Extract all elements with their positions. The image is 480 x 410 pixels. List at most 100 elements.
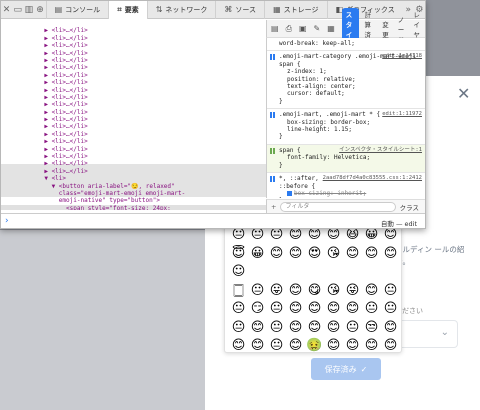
emoji-cell[interactable]: 😊 (248, 337, 267, 352)
dom-node-line[interactable]: ▶ <li>…</li> (1, 101, 266, 108)
dom-node-line[interactable]: ▶ <li>…</li> (1, 57, 266, 64)
dom-node-line[interactable]: ▶ <li>…</li> (1, 153, 266, 160)
button-node-line[interactable]: class="emoji-mart-emoji emoji-mart- (1, 190, 266, 197)
emoji-cell[interactable]: 😊 (381, 319, 400, 337)
dom-node-line[interactable]: ▶ <li>…</li> (1, 116, 266, 123)
emoji-cell[interactable]: 😊 (381, 337, 400, 352)
css-rule[interactable]: 2aad78df7d4a0c83555.css:1:2412 *, ::after… (267, 173, 425, 198)
emoji-cell[interactable]: 😐 (267, 319, 286, 337)
emoji-cell[interactable]: 😒 (362, 319, 381, 337)
css-property[interactable]: position: relative; (279, 76, 421, 83)
css-rule[interactable]: edit:1:14118 .emoji-mart-category .emoji-… (267, 51, 425, 110)
emoji-cell[interactable]: 😊 (286, 245, 305, 263)
emoji-cell[interactable]: 😊 (324, 337, 343, 352)
print-icon[interactable]: ⎙ (286, 24, 292, 34)
console-prompt-bar[interactable]: › 自動 — edit (1, 213, 425, 228)
emoji-cell[interactable]: 😊 (381, 245, 400, 263)
button-node-line[interactable]: ▼ <button aria-label="😏, relaxed" (1, 183, 266, 190)
css-property[interactable]: font-family: Helvetica; (279, 154, 421, 161)
rule-toggle-icon[interactable] (270, 112, 275, 119)
dom-node-line[interactable]: ▶ <li>…</li> (1, 87, 266, 94)
dom-node-line[interactable]: ▶ <li>…</li> (1, 64, 266, 71)
rule-source-link[interactable]: インスペクタ・スタイルシート:1 (339, 147, 422, 154)
emoji-cell[interactable]: 😊 (343, 337, 362, 352)
rule-source-link[interactable]: edit:1:11972 (382, 111, 422, 118)
emoji-cell[interactable]: ☺ (229, 263, 248, 281)
emoji-cell[interactable]: 😐 (343, 319, 362, 337)
emoji-cell[interactable]: 😐 (229, 300, 248, 318)
modal-select[interactable]: ⌄ (395, 320, 458, 348)
tab-3[interactable]: ⌘ ソース (215, 1, 264, 19)
filter-input[interactable]: フィルタ (280, 201, 396, 212)
emoji-cell[interactable]: 😐 (381, 300, 400, 318)
checkbox-icon[interactable] (287, 190, 292, 196)
dom-node-line[interactable]: ▶ <li>…</li> (1, 131, 266, 138)
emoji-cell[interactable]: 😊 (324, 300, 343, 318)
tab-4[interactable]: ▦ ストレージ (264, 1, 326, 19)
emoji-cell[interactable]: 😀 (248, 245, 267, 263)
dom-node-line[interactable]: ▶ <li>…</li> (1, 50, 266, 57)
emoji-cell[interactable]: 😊 (305, 300, 324, 318)
dock-icon[interactable]: ▭ (12, 1, 23, 19)
dom-node-line[interactable]: ▶ <li>…</li> (1, 123, 266, 130)
emoji-cell[interactable]: 😊 (229, 337, 248, 352)
dom-node-line[interactable]: ▶ <li>…</li> (1, 35, 266, 42)
css-property[interactable]: cursor: default; (279, 90, 421, 97)
emoji-cell[interactable]: 🤢 (305, 337, 324, 352)
emoji-cell[interactable]: 😊 (286, 319, 305, 337)
dom-node-line[interactable]: ▼ <li> (1, 175, 266, 182)
emoji-cell[interactable]: 😍 (305, 245, 324, 263)
emoji-cell[interactable]: 😊 (286, 300, 305, 318)
sidebar-tab-2[interactable]: 変更 (379, 19, 392, 39)
dom-node-line[interactable]: ▶ <li>…</li> (1, 138, 266, 145)
close-icon[interactable]: ✕ (457, 86, 470, 102)
rule-source-link[interactable]: 2aad78df7d4a0c83555.css:1:2412 (323, 175, 422, 182)
add-rule-icon[interactable]: + (271, 203, 276, 211)
button-node-line[interactable]: emoji-native" type="button"> (1, 197, 266, 204)
emoji-cell[interactable]: 😏 (248, 300, 267, 318)
emoji-cell[interactable]: 😘 (324, 245, 343, 263)
save-button[interactable]: 保存済み ✓ (311, 358, 381, 380)
emoji-cell[interactable]: 😋 (305, 282, 324, 300)
emoji-cell[interactable]: 😐 (248, 282, 267, 300)
emoji-cell[interactable]: 😊 (248, 319, 267, 337)
emoji-cell[interactable]: 😐 (229, 319, 248, 337)
emoji-cell[interactable]: 😊 (286, 337, 305, 352)
emoji-cell[interactable]: 😊 (286, 282, 305, 300)
pen-icon[interactable]: ✎ (314, 24, 321, 33)
emoji-cell[interactable]: 😊 (362, 282, 381, 300)
emoji-cell[interactable]: 😊 (362, 245, 381, 263)
emoji-cell[interactable]: 😊 (267, 245, 286, 263)
emoji-cell[interactable]: 😘 (324, 282, 343, 300)
close-devtools-icon[interactable]: ✕ (1, 1, 12, 19)
rule-toggle-icon[interactable] (270, 147, 275, 154)
emoji-cell[interactable]: 😐 (362, 300, 381, 318)
css-property[interactable]: box-sizing: border-box; (279, 119, 421, 126)
emoji-cell[interactable]: 🀆 (229, 282, 248, 300)
dom-node-line[interactable]: ▶ <li>…</li> (1, 160, 266, 167)
emoji-cell[interactable]: 😐 (267, 300, 286, 318)
emoji-cell[interactable]: 😊 (343, 300, 362, 318)
rule-toggle-icon[interactable] (270, 54, 275, 61)
rule-toggle-icon[interactable] (270, 176, 275, 183)
sidebar-toggle-icon[interactable]: ▤ (271, 24, 279, 33)
dom-node-line[interactable]: ▶ <li>…</li> (1, 94, 266, 101)
css-property[interactable]: line-height: 1.15; (279, 126, 421, 133)
css-rule[interactable]: word-break: keep-all; (267, 38, 425, 52)
tab-2[interactable]: ⇅ ネットワーク (146, 1, 216, 19)
dom-node-line[interactable]: ▶ <li>…</li> (1, 146, 266, 153)
box-icon[interactable]: ▣ (299, 24, 307, 33)
css-property[interactable]: z-index: 1; (279, 68, 421, 75)
dom-node-line[interactable]: ▶ <li>…</li> (1, 168, 266, 175)
emoji-cell[interactable]: 😇 (229, 245, 248, 263)
emoji-cell[interactable]: 😊 (362, 337, 381, 352)
dom-node-line[interactable]: ▶ <li>…</li> (1, 42, 266, 49)
css-property[interactable]: box-sizing: inherit; (279, 190, 421, 197)
emoji-cell[interactable]: 😐 (267, 337, 286, 352)
dom-node-line[interactable]: ▶ <li>…</li> (1, 72, 266, 79)
css-property[interactable]: text-align: center; (279, 83, 421, 90)
target-icon[interactable]: ⊕ (34, 1, 45, 19)
console-context-select[interactable]: 自動 — edit (381, 218, 417, 228)
css-rule[interactable]: edit:1:11972 .emoji-mart, .emoji-mart * {… (267, 109, 425, 145)
css-rule[interactable]: インスペクタ・スタイルシート:1 span {font-family: Helve… (267, 144, 425, 174)
